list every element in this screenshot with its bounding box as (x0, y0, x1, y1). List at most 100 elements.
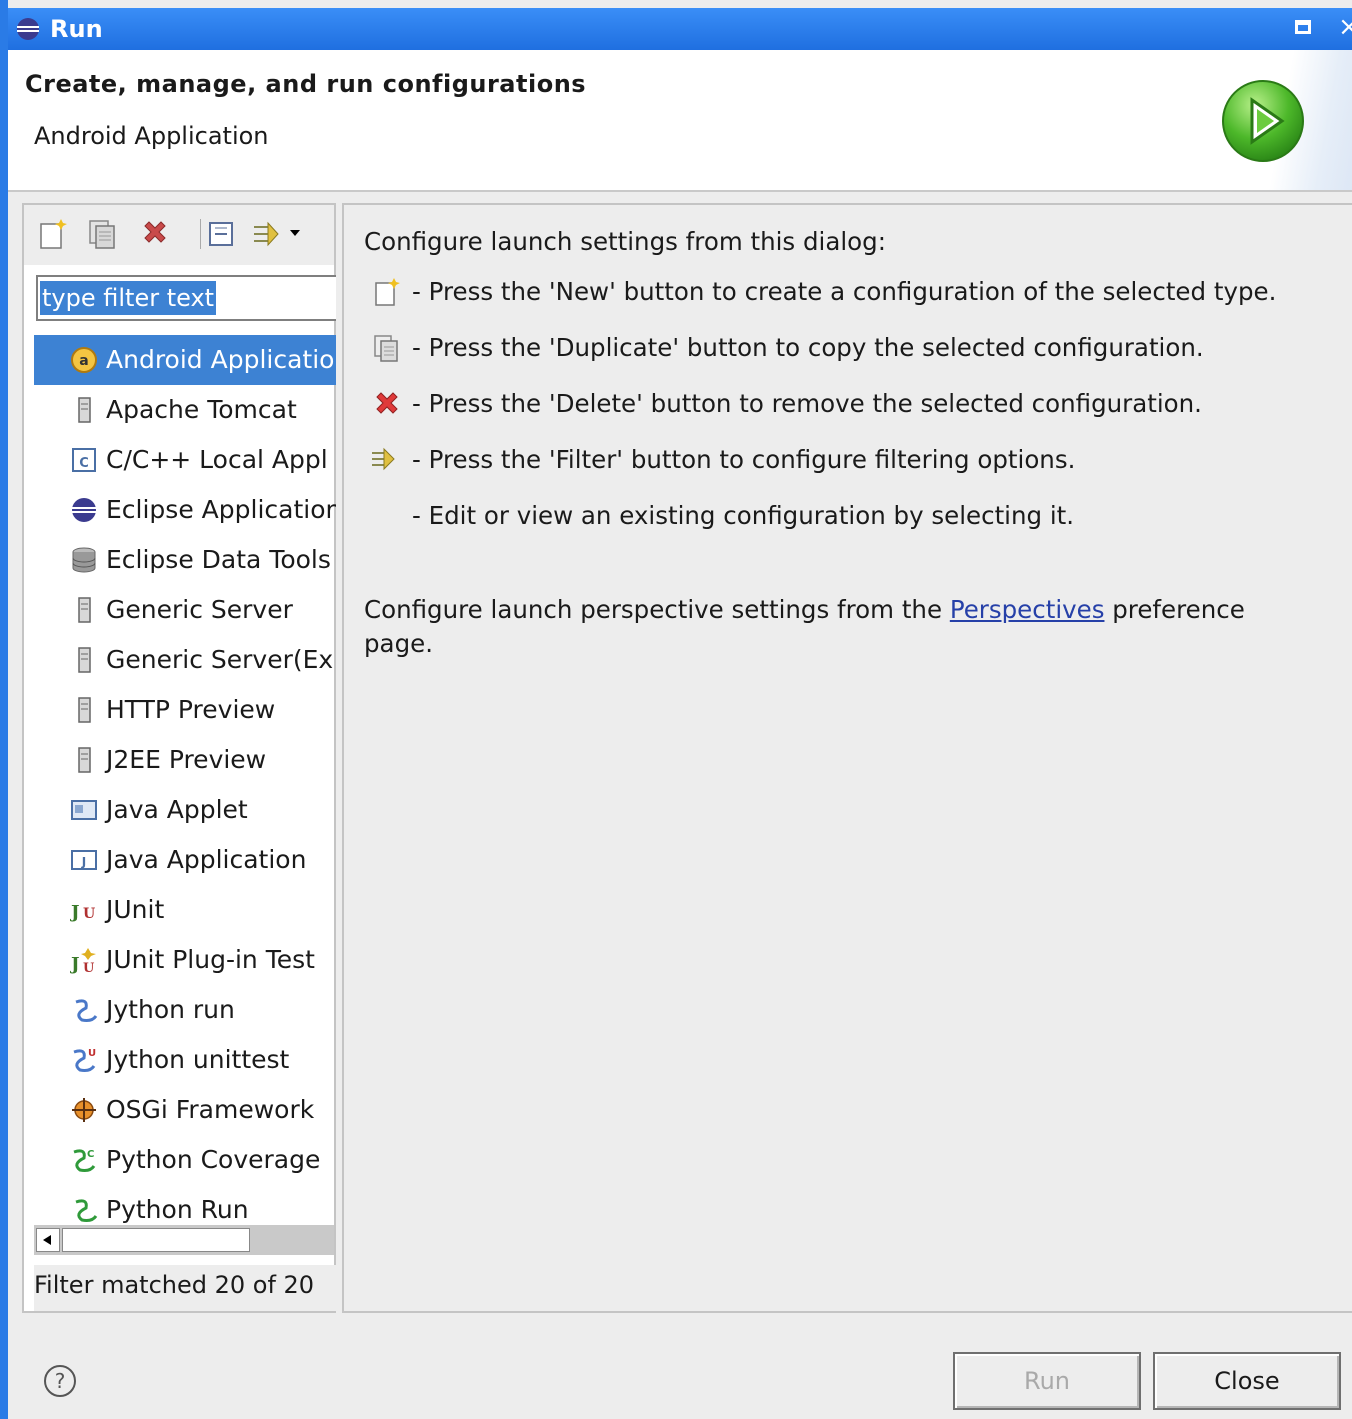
svg-text:U: U (83, 961, 95, 974)
svg-text:J: J (70, 954, 80, 974)
maximize-icon[interactable] (1295, 20, 1311, 34)
collapse-all-icon[interactable] (204, 217, 238, 251)
horizontal-scrollbar[interactable] (34, 1225, 334, 1255)
tree-item[interactable]: J U JUnit Plug-in Test (34, 935, 336, 985)
close-button[interactable]: Close (1153, 1352, 1341, 1410)
tree-item-label: Generic Server(Ex (106, 645, 334, 674)
junit-plugin-icon: J U (70, 948, 96, 974)
perspectives-link[interactable]: Perspectives (950, 595, 1105, 624)
config-list-panel: type filter text a Android Applicatio Ap… (22, 203, 336, 1313)
tree-item[interactable]: Jython run (34, 985, 336, 1035)
server-icon (78, 747, 91, 773)
window-border (0, 0, 8, 1419)
tree-item-label: OSGi Framework (106, 1095, 315, 1124)
perspective-text-after: preference (1104, 595, 1245, 624)
instruction-line: - Press the 'New' button to create a con… (412, 277, 1277, 306)
svg-text:U: U (83, 906, 95, 922)
delete-icon[interactable] (138, 217, 172, 251)
help-icon[interactable]: ? (44, 1365, 76, 1397)
config-toolbar (24, 205, 334, 265)
tree-item-label: Java Application (106, 845, 307, 874)
delete-icon (376, 392, 398, 414)
tree-item[interactable]: Eclipse Application (34, 485, 336, 535)
tree-item[interactable]: J2EE Preview (34, 735, 336, 785)
tree-item[interactable]: J U JUnit (34, 885, 336, 935)
svg-text:C: C (79, 456, 89, 471)
dialog-subtitle: Android Application (34, 122, 269, 150)
python-coverage-icon: C (73, 1149, 96, 1172)
run-icon (1222, 80, 1304, 162)
filter-icon (372, 447, 395, 471)
database-icon (72, 547, 96, 573)
tree-item[interactable]: C C/C++ Local Appl (34, 435, 336, 485)
filter-input-selection: type filter text (40, 281, 217, 315)
svg-text:C: C (87, 1149, 94, 1160)
server-icon (78, 597, 91, 623)
tree-item[interactable]: OSGi Framework (34, 1085, 336, 1135)
svg-text:a: a (79, 353, 88, 369)
tree-item[interactable]: Java Applet (34, 785, 336, 835)
tree-item[interactable]: J Java Application (34, 835, 336, 885)
tree-item[interactable]: C Python Coverage (34, 1135, 336, 1185)
tree-item[interactable]: U Jython unittest (34, 1035, 336, 1085)
perspective-text-line2: page. (364, 629, 433, 658)
scroll-left-icon[interactable] (36, 1228, 60, 1252)
dialog-title: Create, manage, and run configurations (25, 70, 587, 98)
close-icon[interactable]: × (1338, 12, 1352, 42)
server-icon (78, 647, 91, 673)
eclipse-icon (17, 18, 39, 40)
tree-item[interactable]: Python Run (34, 1185, 336, 1225)
instruction-line: - Edit or view an existing configuration… (412, 501, 1075, 530)
tree-item[interactable]: HTTP Preview (34, 685, 336, 735)
svg-text:J: J (70, 902, 80, 923)
new-config-icon (375, 278, 400, 306)
filter-icon[interactable] (250, 217, 306, 251)
toolbar-separator (200, 219, 201, 249)
tree-item-label: Jython unittest (106, 1045, 290, 1074)
tree-item[interactable]: a Android Applicatio (34, 335, 336, 385)
run-button[interactable]: Run (953, 1352, 1141, 1410)
android-icon: a (71, 347, 97, 373)
applet-icon (71, 800, 97, 820)
window-title: Run (50, 15, 103, 43)
new-config-icon[interactable] (36, 217, 70, 251)
tree-item-label: Python Coverage (106, 1145, 321, 1174)
tree-item[interactable]: Generic Server(Ex (34, 635, 336, 685)
java-app-icon: J (71, 850, 97, 870)
tree-item-label: Jython run (106, 995, 235, 1024)
intro-text: Configure launch settings from this dial… (364, 227, 886, 256)
junit-icon: J U (70, 902, 95, 923)
tree-item-label: Eclipse Application (106, 495, 336, 524)
cpp-app-icon: C (72, 448, 96, 472)
tree-item[interactable]: Generic Server (34, 585, 336, 635)
perspective-text-before: Configure launch perspective settings fr… (364, 595, 950, 624)
tree-item-label: JUnit Plug-in Test (106, 945, 315, 974)
title-bar[interactable]: Run × (8, 8, 1352, 50)
server-icon (78, 697, 91, 723)
server-icon (78, 397, 91, 423)
tree-item-label: Java Applet (106, 795, 248, 824)
jython-icon (75, 999, 98, 1022)
run-dialog: Run × Create, manage, and run configurat… (0, 0, 1352, 1419)
instruction-line: - Press the 'Duplicate' button to copy t… (412, 333, 1204, 362)
duplicate-icon (374, 335, 398, 362)
svg-text:J: J (81, 855, 86, 869)
tree-item-label: Python Run (106, 1195, 249, 1224)
scroll-thumb[interactable] (62, 1228, 250, 1252)
jython-unittest-icon: U (73, 1048, 96, 1072)
tree-item[interactable]: Apache Tomcat (34, 385, 336, 435)
instruction-line: - Press the 'Delete' button to remove th… (412, 389, 1202, 418)
instruction-line: - Press the 'Filter' button to configure… (412, 445, 1076, 474)
filter-status: Filter matched 20 of 20 (34, 1265, 336, 1311)
tree-item-label: C/C++ Local Appl (106, 445, 328, 474)
tree-item-label: HTTP Preview (106, 695, 276, 724)
svg-text:U: U (88, 1048, 96, 1059)
python-icon (75, 1199, 98, 1222)
osgi-icon (72, 1098, 96, 1122)
tree-item-label: Eclipse Data Tools (106, 545, 331, 574)
tree-item[interactable]: Eclipse Data Tools (34, 535, 336, 585)
tree-item-label: J2EE Preview (106, 745, 267, 774)
duplicate-icon[interactable] (86, 217, 120, 251)
dialog-header: Create, manage, and run configurations A… (8, 50, 1352, 192)
config-type-tree[interactable]: a Android Applicatio Apache Tomcat C C/C… (34, 335, 336, 1225)
